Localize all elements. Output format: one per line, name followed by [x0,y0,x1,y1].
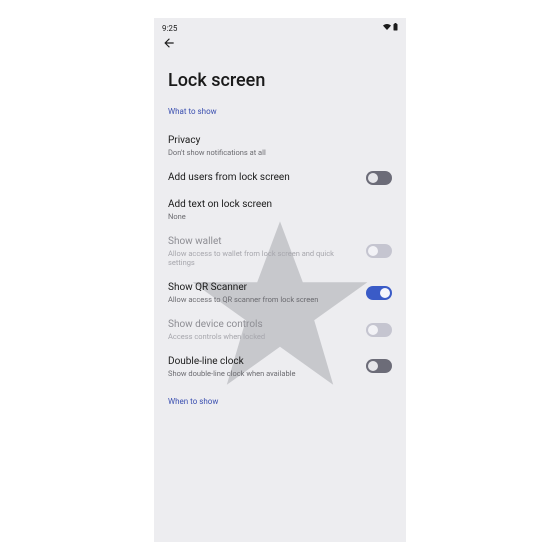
item-subtitle: Access controls when locked [168,332,358,342]
item-double-line-clock[interactable]: Double-line clock Show double-line clock… [154,349,406,386]
item-device-controls: Show device controls Access controls whe… [154,312,406,349]
item-title: Privacy [168,134,392,147]
item-subtitle: Allow access to QR scanner from lock scr… [168,295,358,305]
battery-icon [393,23,398,33]
wifi-icon [383,23,391,33]
item-add-users[interactable]: Add users from lock screen [154,165,406,192]
item-subtitle: None [168,212,392,222]
item-subtitle: Allow access to wallet from lock screen … [168,249,358,269]
item-title: Show wallet [168,235,358,248]
status-time: 9:25 [162,24,177,33]
toggle-add-users[interactable] [366,171,392,185]
item-show-wallet: Show wallet Allow access to wallet from … [154,229,406,276]
item-title: Add text on lock screen [168,198,392,211]
item-privacy[interactable]: Privacy Don't show notifications at all [154,128,406,165]
item-subtitle: Don't show notifications at all [168,148,392,158]
item-add-text[interactable]: Add text on lock screen None [154,192,406,229]
toggle-show-wallet [366,244,392,258]
settings-screen: 9:25 Lock screen What to show Privacy Do… [154,18,406,542]
section-what-to-show[interactable]: What to show [154,107,406,128]
page-title: Lock screen [154,52,406,107]
toggle-show-qr[interactable] [366,286,392,300]
item-title: Double-line clock [168,355,358,368]
item-title: Show QR Scanner [168,281,358,294]
item-title: Show device controls [168,318,358,331]
toggle-device-controls [366,323,392,337]
back-button[interactable] [154,34,406,52]
arrow-back-icon [162,36,176,50]
item-title: Add users from lock screen [168,171,358,184]
item-subtitle: Show double-line clock when available [168,369,358,379]
toggle-double-line-clock[interactable] [366,359,392,373]
status-bar: 9:25 [154,18,406,34]
section-when-to-show[interactable]: When to show [154,385,406,418]
item-show-qr[interactable]: Show QR Scanner Allow access to QR scann… [154,275,406,312]
